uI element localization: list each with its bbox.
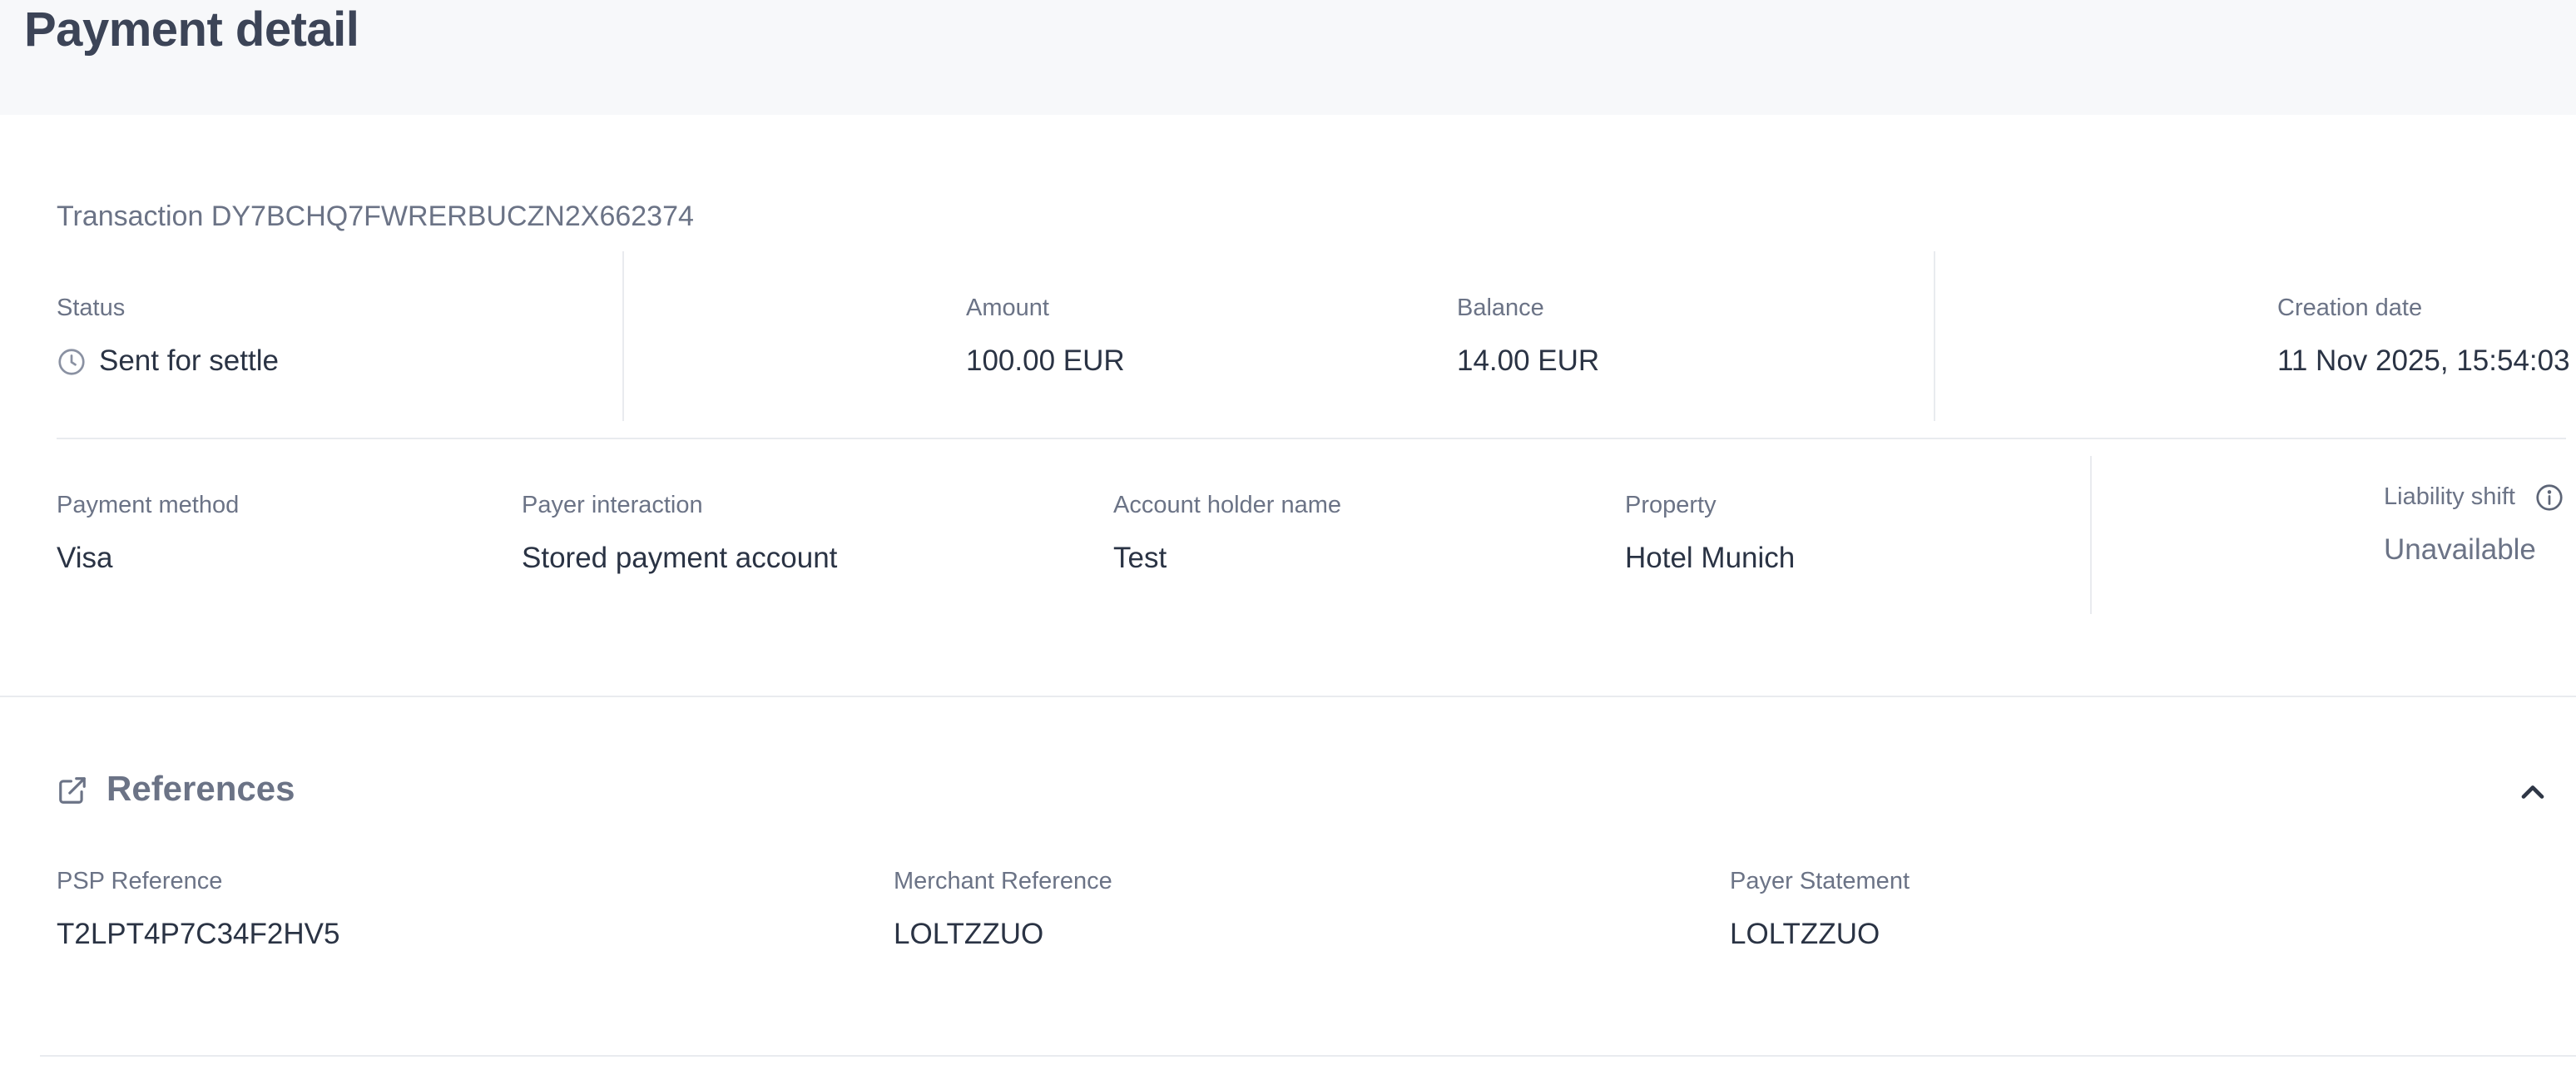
references-title: References (107, 769, 295, 808)
bottom-divider (40, 1055, 2576, 1057)
payer-statement-label: Payer Statement (1730, 868, 1910, 894)
amount-value: 100.00 EUR (966, 344, 1125, 377)
property-label: Property (1625, 492, 1717, 518)
balance-label: Balance (1457, 295, 1544, 321)
transaction-id: Transaction DY7BCHQ7FWRERBUCZN2X662374 (57, 201, 694, 232)
status-value: Sent for settle (99, 344, 279, 377)
property-value: Hotel Munich (1625, 542, 1796, 574)
page-header: Payment detail (0, 0, 2576, 115)
divider (1934, 251, 1935, 421)
creation-date-label: Creation date (2277, 295, 2423, 321)
payment-method-label: Payment method (57, 492, 240, 518)
chevron-up-icon[interactable] (2514, 774, 2551, 810)
account-holder-label: Account holder name (1113, 492, 1342, 518)
creation-date-value: 11 Nov 2025, 15:54:03 (2277, 344, 2570, 377)
liability-shift-label: Liability shift (2384, 483, 2515, 510)
payer-statement-value: LOLTZZUO (1730, 918, 1880, 950)
payer-interaction-value: Stored payment account (522, 542, 838, 574)
psp-reference-value: T2LPT4P7C34F2HV5 (57, 918, 340, 950)
psp-reference-label: PSP Reference (57, 868, 223, 894)
section-divider (0, 696, 2576, 697)
liability-shift-value: Unavailable (2384, 533, 2536, 566)
divider (2090, 456, 2092, 614)
external-link-icon (57, 775, 88, 806)
account-holder-value: Test (1113, 542, 1167, 574)
info-icon[interactable] (2534, 483, 2564, 513)
merchant-reference-label: Merchant Reference (894, 868, 1112, 894)
payment-method-value: Visa (57, 542, 113, 574)
amount-label: Amount (966, 295, 1049, 321)
merchant-reference-value: LOLTZZUO (894, 918, 1044, 950)
payer-interaction-label: Payer interaction (522, 492, 703, 518)
row-divider (57, 438, 2566, 439)
page-title: Payment detail (24, 2, 359, 57)
divider (622, 251, 624, 421)
balance-value: 14.00 EUR (1457, 344, 1600, 377)
clock-icon (57, 347, 87, 377)
status-label: Status (57, 295, 126, 321)
